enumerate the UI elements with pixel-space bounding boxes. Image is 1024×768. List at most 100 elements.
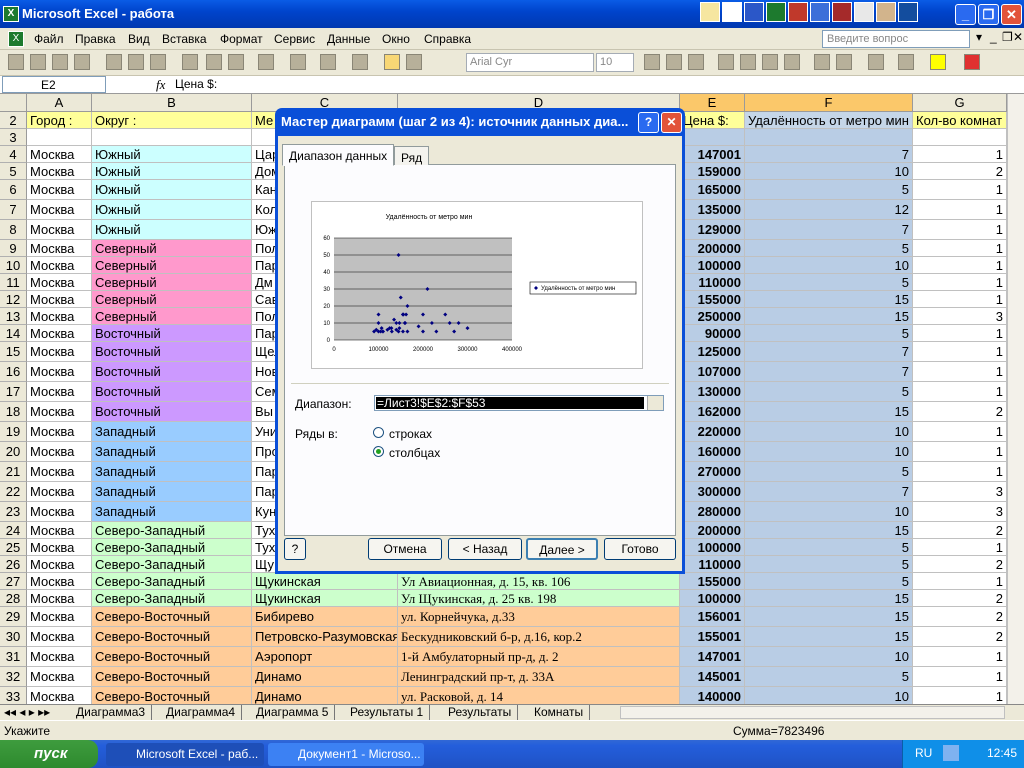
- cell-e[interactable]: 162000: [680, 402, 745, 422]
- row-header[interactable]: 5: [0, 163, 27, 180]
- fx-icon[interactable]: fx: [156, 77, 165, 93]
- row-header[interactable]: 22: [0, 482, 27, 502]
- cell-a[interactable]: Москва: [27, 687, 92, 704]
- row-header[interactable]: 17: [0, 382, 27, 402]
- currency-icon[interactable]: [814, 54, 830, 70]
- cell-g[interactable]: 1: [913, 257, 1007, 274]
- cell-b[interactable]: Северо-Восточный: [92, 687, 252, 704]
- cell-e[interactable]: 100000: [680, 257, 745, 274]
- cell-a[interactable]: Москва: [27, 502, 92, 522]
- menu-view[interactable]: Вид: [128, 32, 150, 46]
- access-icon[interactable]: [788, 2, 808, 22]
- cell-g[interactable]: 3: [913, 482, 1007, 502]
- print-icon[interactable]: [106, 54, 122, 70]
- italic-icon[interactable]: [666, 54, 682, 70]
- cell-a[interactable]: Москва: [27, 522, 92, 539]
- cell-f[interactable]: 5: [745, 667, 913, 687]
- cell-a[interactable]: Москва: [27, 539, 92, 556]
- cell-a[interactable]: Москва: [27, 556, 92, 573]
- cell-e[interactable]: 140000: [680, 687, 745, 704]
- merge-icon[interactable]: [784, 54, 800, 70]
- menu-tools[interactable]: Сервис: [274, 32, 315, 46]
- cell-d[interactable]: 1-й Амбулаторный пр-д, д. 2: [398, 647, 680, 667]
- fill-color-icon[interactable]: [930, 54, 946, 70]
- cell-c[interactable]: Бибирево: [252, 607, 398, 627]
- cell-g[interactable]: 1: [913, 687, 1007, 704]
- cell-f[interactable]: 5: [745, 462, 913, 482]
- cell-c[interactable]: Динамо: [252, 687, 398, 704]
- cell-a[interactable]: Москва: [27, 590, 92, 607]
- cell-g[interactable]: 1: [913, 342, 1007, 362]
- cell-a[interactable]: Москва: [27, 274, 92, 291]
- menu-format[interactable]: Формат: [220, 32, 263, 46]
- cell-d[interactable]: Ул Щукинская, д. 25 кв. 198: [398, 590, 680, 607]
- tab-rooms[interactable]: Комнаты: [528, 705, 591, 720]
- row-header[interactable]: 20: [0, 442, 27, 462]
- excel-icon[interactable]: [766, 2, 786, 22]
- minimize-button[interactable]: _: [955, 4, 976, 25]
- name-box[interactable]: E2: [2, 76, 106, 93]
- bold-icon[interactable]: [644, 54, 660, 70]
- cell-f[interactable]: 5: [745, 556, 913, 573]
- cell-a[interactable]: Москва: [27, 308, 92, 325]
- row-header[interactable]: 25: [0, 539, 27, 556]
- cell-g[interactable]: 2: [913, 163, 1007, 180]
- cell-f[interactable]: 12: [745, 200, 913, 220]
- cell-b[interactable]: Северо-Восточный: [92, 667, 252, 687]
- cell-g[interactable]: 1: [913, 442, 1007, 462]
- cell-e[interactable]: 155000: [680, 291, 745, 308]
- cell-c[interactable]: Петровско-Разумовская: [252, 627, 398, 647]
- help-icon[interactable]: [406, 54, 422, 70]
- finish-button[interactable]: Готово: [604, 538, 676, 560]
- cell-g[interactable]: 2: [913, 556, 1007, 573]
- cell-b[interactable]: Северный: [92, 308, 252, 325]
- row-header[interactable]: 11: [0, 274, 27, 291]
- cell-e[interactable]: 160000: [680, 442, 745, 462]
- cell-d[interactable]: ул. Расковой, д. 14: [398, 687, 680, 704]
- cell-g[interactable]: 1: [913, 362, 1007, 382]
- cell-f[interactable]: 7: [745, 362, 913, 382]
- select-all-corner[interactable]: [0, 94, 27, 112]
- office-assistant-button[interactable]: ?: [284, 538, 306, 560]
- row-header[interactable]: 23: [0, 502, 27, 522]
- cell-f[interactable]: 10: [745, 502, 913, 522]
- cell-g[interactable]: 3: [913, 502, 1007, 522]
- cell-b[interactable]: Северный: [92, 274, 252, 291]
- cell-g[interactable]: 1: [913, 200, 1007, 220]
- cell-f[interactable]: 15: [745, 522, 913, 539]
- cell-e[interactable]: 280000: [680, 502, 745, 522]
- column-header[interactable]: G: [913, 94, 1007, 112]
- cell-b[interactable]: Восточный: [92, 325, 252, 342]
- cell-f[interactable]: 10: [745, 163, 913, 180]
- row-header[interactable]: 28: [0, 590, 27, 607]
- radio-columns[interactable]: [373, 446, 384, 457]
- cell-e[interactable]: 129000: [680, 220, 745, 240]
- underline-icon[interactable]: [688, 54, 704, 70]
- cell-b[interactable]: Западный: [92, 442, 252, 462]
- doc-close-button[interactable]: ✕: [1013, 30, 1023, 44]
- cell-g[interactable]: 2: [913, 607, 1007, 627]
- cut-icon[interactable]: [206, 54, 222, 70]
- formula-input[interactable]: Цена $:: [175, 77, 217, 91]
- row-header[interactable]: 12: [0, 291, 27, 308]
- cell-e[interactable]: 200000: [680, 240, 745, 257]
- menu-help[interactable]: Справка: [424, 32, 471, 46]
- cell-g[interactable]: 1: [913, 325, 1007, 342]
- cell-c[interactable]: Аэропорт: [252, 647, 398, 667]
- cell-e[interactable]: 147001: [680, 146, 745, 163]
- horizontal-scrollbar[interactable]: [620, 706, 1005, 719]
- cell-f[interactable]: 5: [745, 325, 913, 342]
- cell-b[interactable]: Южный: [92, 146, 252, 163]
- menu-window[interactable]: Окно: [382, 32, 410, 46]
- cell-e[interactable]: 165000: [680, 180, 745, 200]
- save-icon[interactable]: [52, 54, 68, 70]
- cell-f[interactable]: 10: [745, 422, 913, 442]
- cell-e[interactable]: 155000: [680, 573, 745, 590]
- cell-g[interactable]: 1: [913, 146, 1007, 163]
- cell-a[interactable]: Москва: [27, 362, 92, 382]
- cell-a[interactable]: Москва: [27, 240, 92, 257]
- cell-b[interactable]: Западный: [92, 422, 252, 442]
- cell-e[interactable]: 100000: [680, 590, 745, 607]
- radio-columns-label[interactable]: столбцах: [389, 446, 440, 460]
- cell-a[interactable]: Москва: [27, 257, 92, 274]
